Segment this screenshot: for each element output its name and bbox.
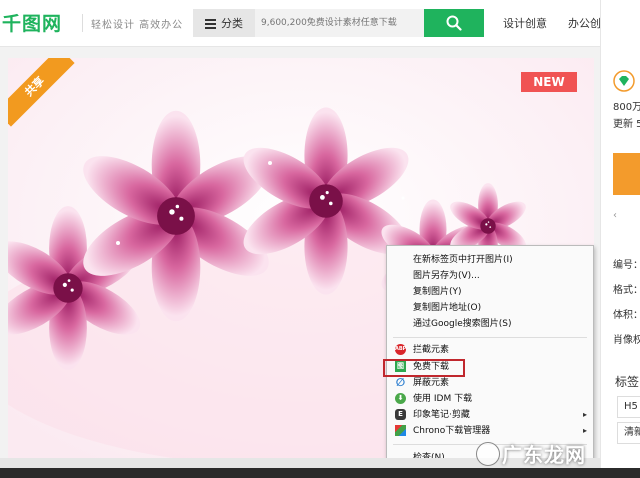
block-icon: ∅ [395,376,406,389]
abp-icon: ABP [395,344,406,355]
search-input[interactable] [261,9,423,37]
site-header: 千图网 轻松设计 高效办公 分类 设计创意 办公创意 [0,0,640,47]
menu-search-google-image[interactable]: 通过Google搜索图片(S) [387,316,593,332]
chevron-left-icon[interactable]: ‹ [613,210,617,221]
tag-chip[interactable]: 清新 [617,422,640,444]
menu-save-image-as[interactable]: 图片另存为(V)... [387,268,593,284]
download-button[interactable] [613,153,640,195]
watermark-logo-icon [476,442,500,466]
right-info-panel: 800万 更新 5 ‹ 编号： 格式： 体积： 肖像权 标签 H5 清新 [600,0,640,478]
menu-icon [205,18,216,29]
menu-open-image-new-tab[interactable]: 在新标签页中打开图片(I) [387,252,593,268]
taskbar-strip [0,468,640,478]
new-badge: NEW [521,72,577,92]
category-button[interactable]: 分类 [193,9,255,37]
context-menu: 在新标签页中打开图片(I) 图片另存为(V)... 复制图片(Y) 复制图片地址… [383,245,594,469]
category-label: 分类 [221,17,243,30]
submenu-arrow-icon: ▸ [582,426,587,435]
site-logo[interactable]: 千图网 [2,9,62,36]
menu-copy-image-address[interactable]: 复制图片地址(O) [387,300,593,316]
search-bar: 分类 [193,9,425,37]
tag-chip[interactable]: H5 [617,396,640,418]
submenu-arrow-icon: ▸ [582,410,587,419]
menu-hide-element[interactable]: ∅ 屏蔽元素 [387,375,593,391]
stat-text: 800万 [613,102,640,113]
menu-separator [393,337,587,338]
menu-chrono-download[interactable]: Chrono下载管理器 ▸ [387,423,593,439]
site-slogan: 轻松设计 高效办公 [91,20,184,31]
menu-idm-download[interactable]: ⬇ 使用 IDM 下载 [387,391,593,407]
watermark-text: 广东龙网 [502,443,586,467]
menu-free-download[interactable]: 图 免费下载 [383,359,593,377]
search-icon [446,15,462,31]
menu-block-element[interactable]: ABP 拦截元素 [387,342,593,358]
info-label-format: 格式： [613,285,640,296]
nav-design-creative[interactable]: 设计创意 [503,15,547,31]
logo-divider [82,14,83,32]
menu-evernote-clip[interactable]: E 印象笔记·剪藏 ▸ [387,407,593,423]
update-text: 更新 5 [613,119,640,130]
chrono-icon [395,425,406,436]
menu-copy-image[interactable]: 复制图片(Y) [387,284,593,300]
idm-icon: ⬇ [395,393,406,404]
evernote-icon: E [395,409,406,420]
info-label-size: 体积： [613,310,640,321]
info-label-portrait: 肖像权 [613,335,640,346]
diamond-icon [613,70,635,92]
info-label-id: 编号： [613,260,640,271]
search-button[interactable] [424,9,484,37]
tag-title: 标签 [615,375,640,389]
